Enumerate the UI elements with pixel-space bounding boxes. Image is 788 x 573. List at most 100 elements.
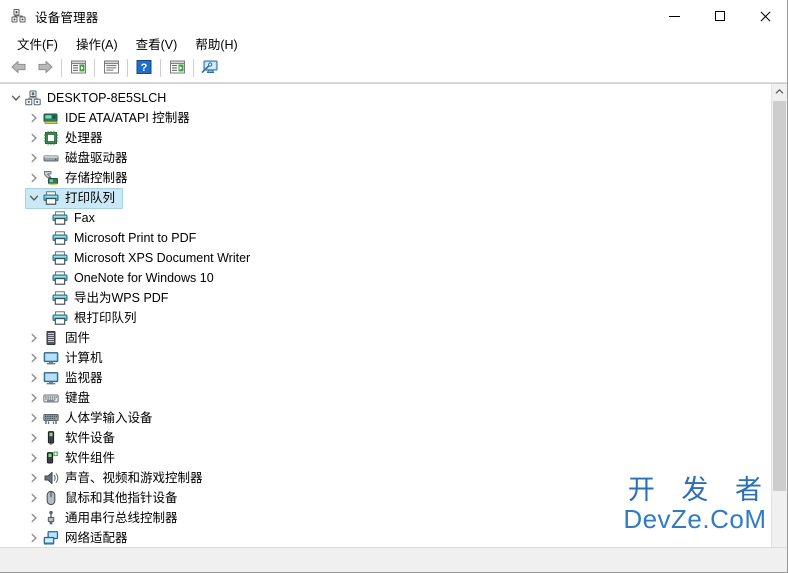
chevron-right-icon[interactable] [26,330,42,346]
tree-node-storage-controllers[interactable]: 存储控制器 [0,168,772,188]
minimize-icon [669,15,680,17]
software-device-icon [43,430,59,446]
disk-drive-icon [43,150,59,166]
tree-node-label: 监视器 [65,371,103,385]
chevron-right-icon[interactable] [26,110,42,126]
tree-node-root-print-queue[interactable]: 根打印队列 [0,308,772,328]
minimize-button[interactable] [652,0,697,32]
tree-node-print-queues[interactable]: 打印队列 [0,187,772,209]
scroll-up-button[interactable] [772,84,787,100]
update-driver-icon [169,59,186,78]
monitor-icon [43,370,59,386]
toolbar-separator [61,59,62,77]
chevron-right-icon[interactable] [26,350,42,366]
tree-node-label: 键盘 [65,391,91,405]
tree-node-software-components[interactable]: 软件组件 [0,448,772,468]
monitor-icon [43,350,59,366]
chevron-right-icon[interactable] [26,530,42,546]
console-tree-button[interactable] [65,56,91,80]
tree-node-software-devices[interactable]: 软件设备 [0,428,772,448]
chevron-up-icon [775,85,784,99]
chevron-right-icon[interactable] [26,470,42,486]
printer-icon [52,230,68,246]
show-hide-console-tree-icon [70,59,87,78]
chevron-down-icon[interactable] [8,90,24,106]
tree-node-firmware[interactable]: 固件 [0,328,772,348]
vertical-scrollbar[interactable] [771,84,787,547]
printer-icon [52,290,68,306]
maximize-button[interactable] [697,0,742,32]
window-title: 设备管理器 [35,10,99,25]
chevron-right-icon[interactable] [26,450,42,466]
tree-node-disk-drives[interactable]: 磁盘驱动器 [0,148,772,168]
hid-icon [43,410,59,426]
device-tree[interactable]: DESKTOP-8E5SLCH IDE ATA/ATAPI 控制器 处理器 磁盘… [0,84,772,547]
tree-node-computer[interactable]: 计算机 [0,348,772,368]
tree-node-label: 鼠标和其他指针设备 [65,491,178,505]
usb-icon [43,510,59,526]
tree-node-human-interface-devices[interactable]: 人体学输入设备 [0,408,772,428]
tree-node-microsoft-print-to-pdf[interactable]: Microsoft Print to PDF [0,228,772,248]
tree-node-label: 固件 [65,331,91,345]
printer-icon [52,310,68,326]
chevron-right-icon[interactable] [26,170,42,186]
svg-text:?: ? [141,62,148,74]
tree-node-network-adapters[interactable]: 网络适配器 [0,528,772,547]
properties-button[interactable] [98,56,124,80]
ide-controller-icon [43,110,59,126]
tree-node-fax[interactable]: Fax [0,208,772,228]
menu-file[interactable]: 文件(F) [8,32,67,55]
chevron-right-icon[interactable] [26,370,42,386]
tree-node-label: 根打印队列 [74,311,137,325]
tree-node-root[interactable]: DESKTOP-8E5SLCH [0,88,772,108]
tree-node-label: 声音、视频和游戏控制器 [65,471,203,485]
chevron-right-icon[interactable] [26,130,42,146]
scan-hardware-changes-button[interactable] [197,56,223,80]
tree-node-microsoft-xps-document-writer[interactable]: Microsoft XPS Document Writer [0,248,772,268]
forward-button[interactable] [32,56,58,80]
scrollbar-thumb[interactable] [773,101,786,491]
scan-hardware-changes-icon [201,59,219,78]
toolbar-separator [127,59,128,77]
tree-node-label: 处理器 [65,131,103,145]
chevron-right-icon[interactable] [26,410,42,426]
chevron-right-icon[interactable] [26,390,42,406]
tree-node-export-to-wps-pdf[interactable]: 导出为WPS PDF [0,288,772,308]
chevron-right-icon[interactable] [26,490,42,506]
chevron-right-icon[interactable] [26,430,42,446]
maximize-icon [714,11,725,21]
toolbar-separator [160,59,161,77]
tree-node-keyboards[interactable]: 键盘 [0,388,772,408]
device-manager-icon [11,8,27,24]
forward-icon [36,59,54,78]
update-driver-button[interactable] [164,56,190,80]
tree-node-usb-controllers[interactable]: 通用串行总线控制器 [0,508,772,528]
tree-node-label: Microsoft Print to PDF [74,231,197,245]
tree-node-processors[interactable]: 处理器 [0,128,772,148]
chevron-right-icon[interactable] [26,150,42,166]
client-area: DESKTOP-8E5SLCH IDE ATA/ATAPI 控制器 处理器 磁盘… [0,83,787,547]
help-button[interactable]: ? [131,56,157,80]
menu-help[interactable]: 帮助(H) [186,32,246,55]
toolbar-separator [193,59,194,77]
tree-node-mice-and-pointing-devices[interactable]: 鼠标和其他指针设备 [0,488,772,508]
tree-node-label: Microsoft XPS Document Writer [74,251,251,265]
toolbar-separator [94,59,95,77]
tree-node-monitors[interactable]: 监视器 [0,368,772,388]
tree-node-label: 磁盘驱动器 [65,151,128,165]
tree-node-label: 通用串行总线控制器 [65,511,178,525]
close-button[interactable] [742,0,787,32]
chevron-right-icon[interactable] [26,510,42,526]
close-icon [759,11,770,22]
menu-view[interactable]: 查看(V) [127,32,187,55]
tree-node-ide-controllers[interactable]: IDE ATA/ATAPI 控制器 [0,108,772,128]
back-button[interactable] [6,56,32,80]
tree-node-onenote-for-windows-10[interactable]: OneNote for Windows 10 [0,268,772,288]
printer-icon [52,210,68,226]
tree-node-sound-video-game-controllers[interactable]: 声音、视频和游戏控制器 [0,468,772,488]
chevron-down-icon[interactable] [26,190,42,206]
firmware-icon [43,330,59,346]
status-bar [0,547,787,572]
tree-node-label: Fax [74,211,95,225]
menu-action[interactable]: 操作(A) [67,32,127,55]
